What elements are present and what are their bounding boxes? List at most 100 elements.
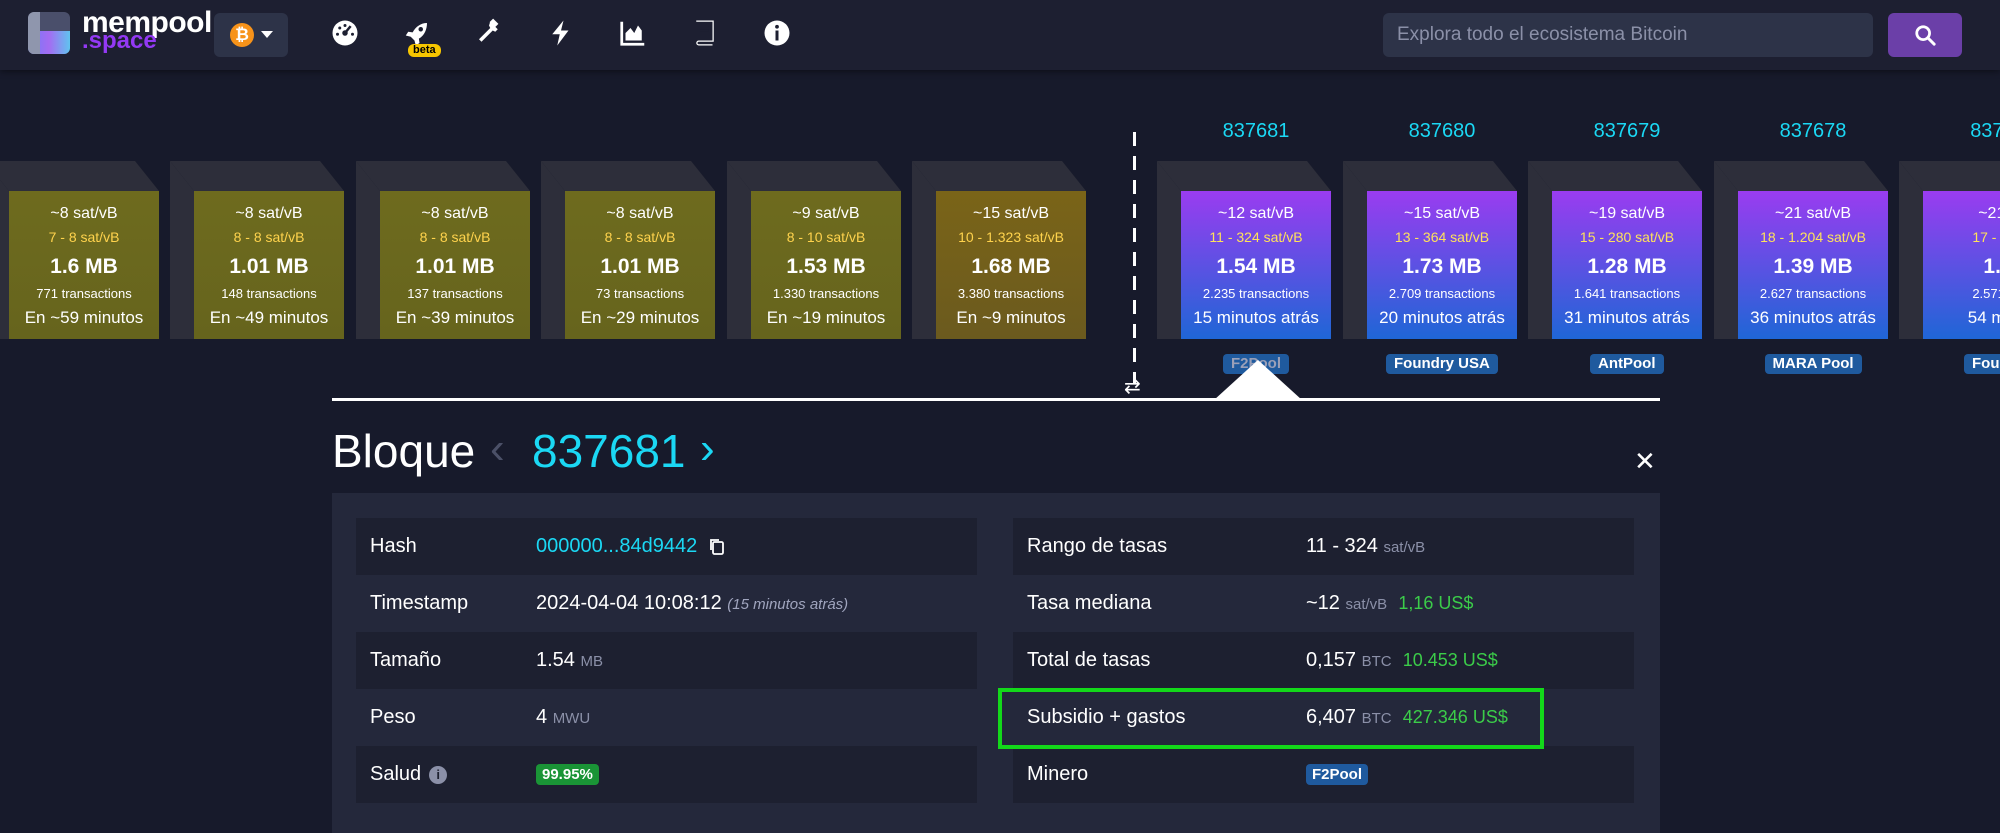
mempool-block[interactable]: ~8 sat/vB 8 - 8 sat/vB 1.01 MB 137 transact… <box>356 161 530 339</box>
next-block-chevron-icon[interactable]: › <box>700 424 715 474</box>
copy-icon[interactable] <box>709 538 725 556</box>
swap-direction-icon[interactable]: ⇄ <box>1124 374 1141 399</box>
beta-badge: beta <box>408 44 441 57</box>
mining-pool-tag[interactable]: MARA Pool <box>1764 354 1862 374</box>
block-height-link[interactable]: 837680 <box>1367 120 1517 143</box>
size-row: Tamaño 1.54 MB <box>356 632 977 689</box>
block-size: 1.01 MB <box>600 255 680 278</box>
search-icon <box>1915 25 1936 46</box>
block-height-link[interactable]: 837679 <box>1552 120 1702 143</box>
total-fees-unit: BTC <box>1361 653 1392 670</box>
mining-pool-tag[interactable]: Foundr <box>1964 354 2000 374</box>
block-median-fee: ~9 sat/vB <box>792 205 860 222</box>
block-size: 1.01 MB <box>229 255 309 278</box>
block-median-fee: ~8 sat/vB <box>235 205 303 222</box>
block-eta: En ~9 minutos <box>956 308 1066 327</box>
block-tx-count: 2.709 transactions <box>1388 286 1496 301</box>
mined-block[interactable]: ~12 sat/vB 11 - 324 sat/vB 1.54 MB 2.235 tr… <box>1157 161 1331 339</box>
mined-block[interactable]: ~15 sat/vB 13 - 364 sat/vB 1.73 MB 2.709 tr… <box>1343 161 1517 339</box>
mempool-block[interactable]: ~15 sat/vB 10 - 1.323 sat/vB 1.68 MB 3.380 … <box>912 161 1086 339</box>
block-height-link[interactable]: 83767 <box>1923 120 2000 143</box>
hammer-icon[interactable] <box>474 18 504 48</box>
block-size: 1.68 MB <box>971 255 1051 278</box>
block-fee-range: 8 - 8 sat/vB <box>233 229 305 245</box>
block-tx-count: 771 transactions <box>36 286 132 301</box>
health-row: Salud i 99.95% <box>356 746 977 803</box>
info-icon[interactable]: i <box>429 765 448 784</box>
weight-value: 4 <box>536 706 548 728</box>
mempool-block[interactable]: ~8 sat/vB 7 - 8 sat/vB 1.6 MB 771 transacti… <box>0 161 159 339</box>
bitcoin-icon: ₿ <box>230 23 254 47</box>
block-tx-count: 1.641 transactions <box>1573 286 1681 301</box>
mining-pool-tag[interactable]: AntPool <box>1590 354 1664 374</box>
total-fees-value: 0,157 <box>1306 649 1357 671</box>
block-eta: En ~49 minutos <box>209 308 329 327</box>
block-eta: En ~19 minutos <box>766 308 886 327</box>
block-tx-count: 1.330 transactions <box>772 286 880 301</box>
hash-label: Hash <box>370 535 417 557</box>
block-size: 1.4 <box>1983 255 2000 278</box>
about-info-icon[interactable] <box>762 18 792 48</box>
mempool-block[interactable]: ~8 sat/vB 8 - 8 sat/vB 1.01 MB 148 transact… <box>170 161 344 339</box>
selected-block-pointer <box>1214 360 1302 400</box>
block-size: 1.01 MB <box>415 255 495 278</box>
mined-block[interactable]: ~19 sat/vB 15 - 280 sat/vB 1.28 MB 1.641 tr… <box>1528 161 1702 339</box>
block-tx-count: 2.627 transactions <box>1759 286 1867 301</box>
fee-range-row: Rango de tasas 11 - 324 sat/vB <box>1013 518 1634 575</box>
block-median-fee: ~12 sat/vB <box>1217 205 1295 222</box>
size-value: 1.54 <box>536 649 575 671</box>
median-fee-unit: sat/vB <box>1345 596 1388 613</box>
chart-area-icon[interactable] <box>618 18 648 48</box>
block-tx-count: 137 transactions <box>407 286 503 301</box>
lightning-icon[interactable] <box>546 18 576 48</box>
mined-block[interactable]: ~21 sat/vB 18 - 1.204 sat/vB 1.39 MB 2.627 … <box>1714 161 1888 339</box>
fee-range-value: 11 - 324 <box>1306 535 1378 557</box>
block-eta: En ~29 minutos <box>580 308 700 327</box>
search-button[interactable] <box>1888 13 1962 57</box>
block-median-fee: ~8 sat/vB <box>421 205 489 222</box>
miner-pool-tag[interactable]: F2Pool <box>1306 764 1369 786</box>
block-fee-range: 8 - 8 sat/vB <box>419 229 491 245</box>
mempool-block[interactable]: ~8 sat/vB 8 - 8 sat/vB 1.01 MB 73 transacti… <box>541 161 715 339</box>
block-time-ago: 36 minutos atrás <box>1750 308 1876 327</box>
highlight-box <box>998 688 1544 749</box>
size-unit: MB <box>580 653 604 670</box>
block-height-link[interactable]: 837681 <box>1181 120 1331 143</box>
timestamp-value: 2024-04-04 10:08:12 <box>536 592 722 614</box>
network-selector-button[interactable]: ₿ <box>214 13 288 57</box>
block-tx-count: 3.380 transactions <box>957 286 1065 301</box>
health-badge[interactable]: 99.95% <box>536 764 599 786</box>
block-time-ago: 20 minutos atrás <box>1379 308 1505 327</box>
timestamp-row: Timestamp 2024-04-04 10:08:12 (15 minuto… <box>356 575 977 632</box>
mined-block[interactable]: ~21 s 17 - 576 1.4 2.571 tra 54 minu <box>1899 161 2000 339</box>
brand-domain[interactable]: .space <box>82 28 157 54</box>
mempool-chain-divider <box>1133 132 1136 384</box>
miner-label: Minero <box>1027 763 1089 785</box>
docs-book-icon[interactable] <box>690 18 720 48</box>
block-size: 1.28 MB <box>1587 255 1667 278</box>
mempool-logo-icon[interactable] <box>28 12 70 54</box>
hash-link[interactable]: 000000...84d9442 <box>536 535 697 557</box>
top-navbar: mempool .space ₿ beta <box>0 0 2000 70</box>
total-fees-row: Total de tasas 0,157 BTC 10.453 US$ <box>1013 632 1634 689</box>
median-fee-label: Tasa mediana <box>1027 592 1152 614</box>
timestamp-label: Timestamp <box>370 592 469 614</box>
hash-row: Hash 000000...84d9442 <box>356 518 977 575</box>
block-median-fee: ~8 sat/vB <box>606 205 674 222</box>
block-fee-range: 17 - 576 <box>1972 229 2000 245</box>
block-size: 1.53 MB <box>786 255 866 278</box>
miner-row: Minero F2Pool <box>1013 746 1634 803</box>
block-height-link[interactable]: 837678 <box>1738 120 1888 143</box>
mining-pool-tag[interactable]: Foundry USA <box>1386 354 1498 374</box>
block-tx-count: 2.571 tra <box>1972 286 2000 301</box>
close-icon[interactable]: ✕ <box>1634 446 1656 477</box>
previous-block-chevron-icon[interactable]: ‹ <box>490 424 505 474</box>
block-eta: En ~59 minutos <box>24 308 144 327</box>
fee-range-unit: sat/vB <box>1383 539 1426 556</box>
block-tx-count: 2.235 transactions <box>1202 286 1310 301</box>
fee-range-label: Rango de tasas <box>1027 535 1168 557</box>
mempool-block[interactable]: ~9 sat/vB 8 - 10 sat/vB 1.53 MB 1.330 trans… <box>727 161 901 339</box>
dashboard-icon[interactable] <box>330 18 360 48</box>
block-median-fee: ~21 sat/vB <box>1774 205 1852 222</box>
search-input[interactable] <box>1383 13 1873 57</box>
